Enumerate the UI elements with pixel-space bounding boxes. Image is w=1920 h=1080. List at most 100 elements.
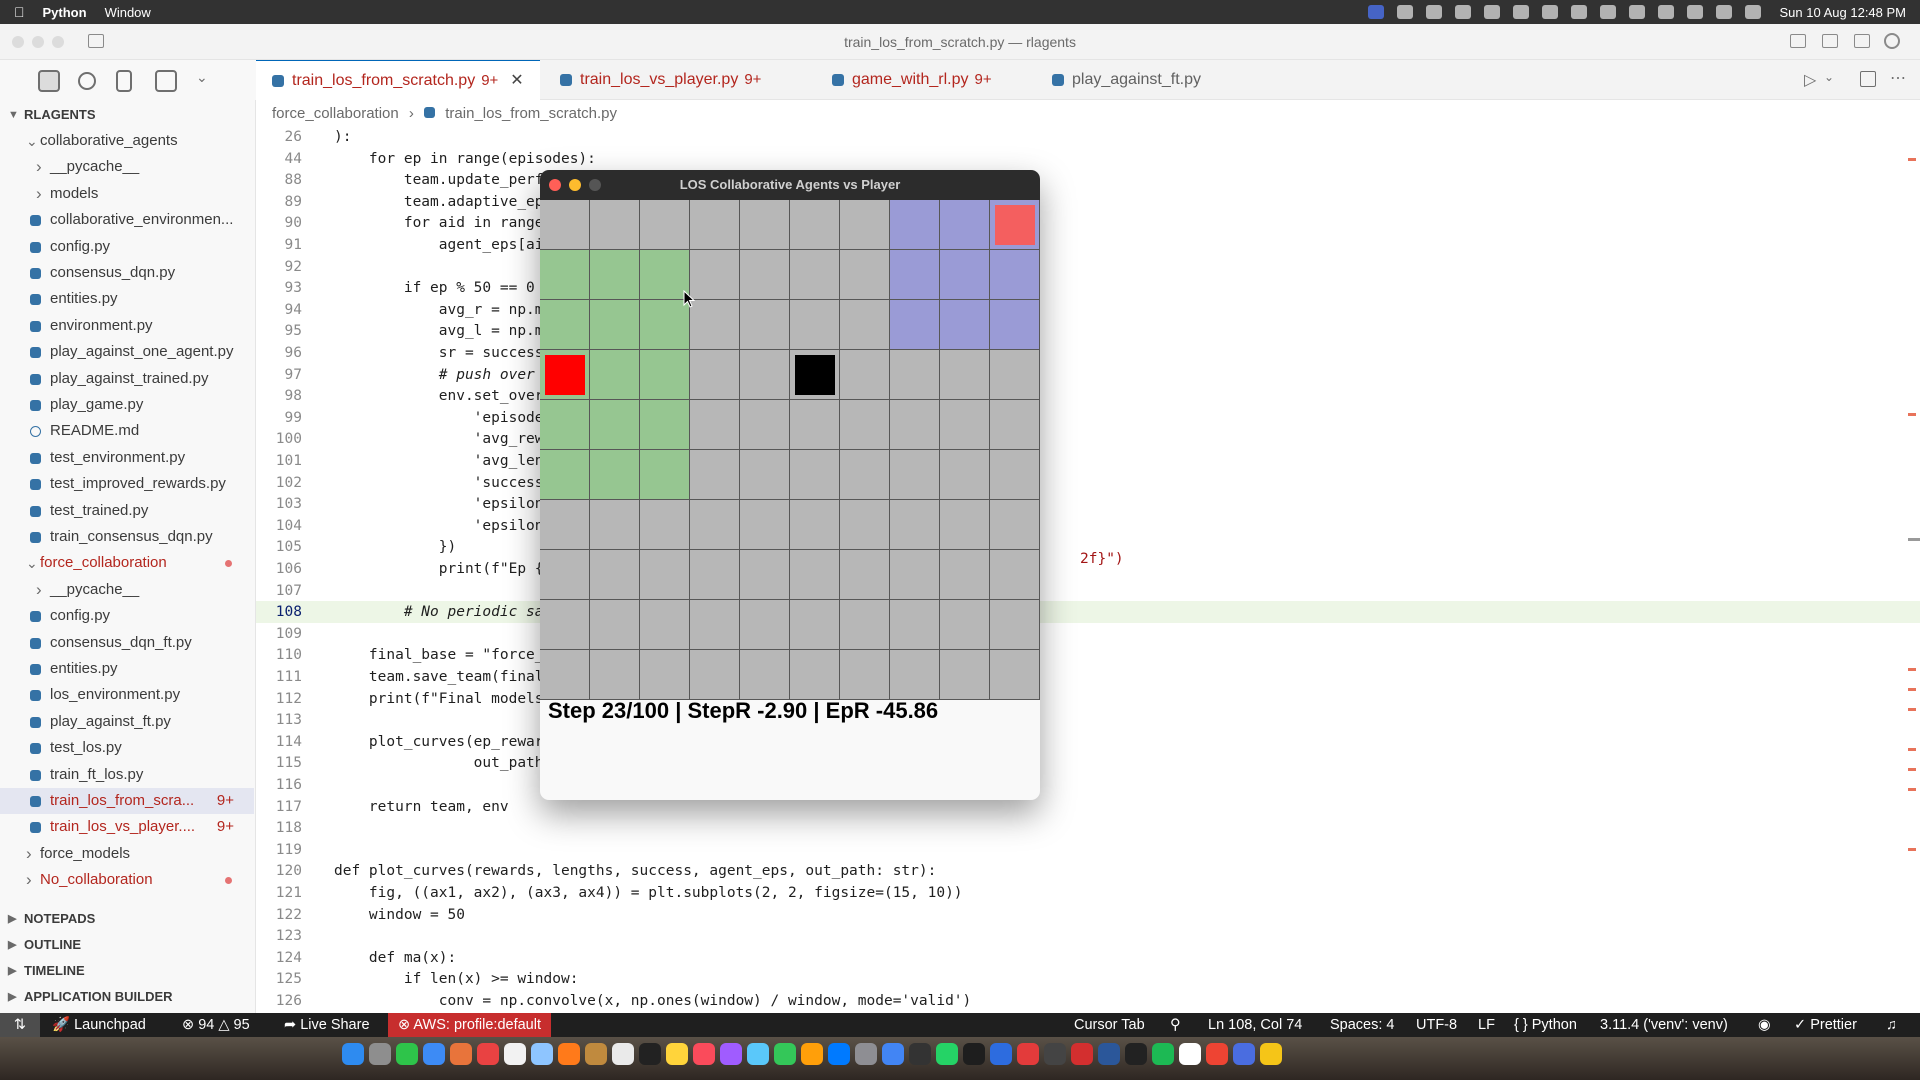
extension-icon[interactable] — [1454, 5, 1471, 19]
explorer-root-header[interactable]: ▼ RLAGENTS — [0, 102, 254, 128]
problems-item[interactable]: ⊗ 94 △ 95 — [182, 1013, 250, 1037]
dock-app-icon[interactable] — [369, 1043, 391, 1065]
toggle-sidebar-icon[interactable] — [88, 34, 104, 48]
dock-app-icon[interactable] — [855, 1043, 877, 1065]
tab-train-los-vs-player[interactable]: train_los_vs_player.py 9+ — [544, 60, 804, 100]
settings-gear-icon[interactable] — [1884, 33, 1900, 49]
file-tree-item[interactable]: train_consensus_dqn.py — [0, 524, 254, 550]
dock-app-icon[interactable] — [963, 1043, 985, 1065]
file-tree-item[interactable]: config.py — [0, 234, 254, 260]
file-tree-item[interactable]: play_game.py — [0, 392, 254, 418]
dock-app-icon[interactable] — [1044, 1043, 1066, 1065]
explorer-icon[interactable] — [38, 70, 60, 92]
minimize-window-button[interactable] — [32, 36, 44, 48]
extensions-icon[interactable] — [155, 70, 177, 92]
control-center-icon[interactable] — [1744, 5, 1761, 19]
breadcrumb-file[interactable]: train_los_from_scratch.py — [445, 105, 617, 122]
dock-app-icon[interactable] — [693, 1043, 715, 1065]
file-tree-item[interactable]: environment.py — [0, 313, 254, 339]
dock-app-icon[interactable] — [531, 1043, 553, 1065]
dock-app-icon[interactable] — [990, 1043, 1012, 1065]
remote-indicator-icon[interactable]: ⇅ — [0, 1013, 40, 1037]
cursor-position-item[interactable]: Ln 108, Col 74 — [1208, 1013, 1302, 1037]
run-options-chevron-icon[interactable]: ⌄ — [1824, 70, 1834, 84]
dock-app-icon[interactable] — [612, 1043, 634, 1065]
display-icon[interactable] — [1599, 5, 1616, 19]
cursor-tab-item[interactable]: Cursor Tab — [1074, 1013, 1145, 1037]
file-tree-item[interactable]: entities.py — [0, 286, 254, 312]
tab-train-los-from-scratch[interactable]: train_los_from_scratch.py 9+ ✕ — [256, 60, 540, 100]
dock-app-icon[interactable] — [666, 1043, 688, 1065]
file-tree-item[interactable]: README.md — [0, 418, 254, 444]
dock-app-icon[interactable] — [828, 1043, 850, 1065]
dock-app-icon[interactable] — [1152, 1043, 1174, 1065]
notifications-bell-icon[interactable]: ♫ — [1886, 1013, 1897, 1037]
dock-app-icon[interactable] — [423, 1043, 445, 1065]
search-icon[interactable] — [78, 72, 96, 90]
tool-icon[interactable] — [1512, 5, 1529, 19]
dock-app-icon[interactable] — [1071, 1043, 1093, 1065]
file-tree-item[interactable]: los_environment.py — [0, 682, 254, 708]
language-mode-item[interactable]: { } Python — [1514, 1013, 1577, 1037]
copilot-icon[interactable]: ◉ — [1758, 1013, 1771, 1037]
source-control-icon[interactable] — [116, 70, 132, 92]
file-tree-item[interactable]: play_against_trained.py — [0, 366, 254, 392]
dock-app-icon[interactable] — [558, 1043, 580, 1065]
dock-app-icon[interactable] — [504, 1043, 526, 1065]
file-tree-item[interactable]: consensus_dqn_ft.py — [0, 630, 254, 656]
menu-window[interactable]: Window — [105, 5, 151, 20]
eol-item[interactable]: LF — [1478, 1013, 1495, 1037]
code-editor[interactable]: force_collaboration › train_los_from_scr… — [256, 100, 1920, 1013]
game-window-titlebar[interactable]: LOS Collaborative Agents vs Player — [540, 170, 1040, 200]
file-tree-item[interactable]: test_environment.py — [0, 445, 254, 471]
file-tree-item[interactable]: play_against_one_agent.py — [0, 339, 254, 365]
zoom-window-button[interactable] — [589, 179, 601, 191]
file-tree-item[interactable]: play_against_ft.py — [0, 709, 254, 735]
run-icon[interactable]: ▷ — [1804, 70, 1816, 90]
breadcrumb-folder[interactable]: force_collaboration — [272, 105, 399, 122]
minimize-window-button[interactable] — [569, 179, 581, 191]
clock[interactable]: Sun 10 Aug 12:48 PM — [1780, 5, 1906, 20]
file-tree-item[interactable]: › __pycache__ — [0, 154, 254, 180]
file-tree-item[interactable]: consensus_dqn.py — [0, 260, 254, 286]
dock-app-icon[interactable] — [639, 1043, 661, 1065]
dock-app-icon[interactable] — [1260, 1043, 1282, 1065]
python-interpreter-item[interactable]: 3.11.4 ('venv': venv) — [1600, 1013, 1728, 1037]
search-icon[interactable] — [1715, 5, 1732, 19]
close-window-button[interactable] — [12, 36, 24, 48]
section-application-builder[interactable]: ▶ APPLICATION BUILDER — [0, 984, 254, 1010]
dock-app-icon[interactable] — [342, 1043, 364, 1065]
section-notepads[interactable]: ▶ NOTEPADS — [0, 906, 254, 932]
file-tree-item[interactable]: collaborative_environmen... — [0, 207, 254, 233]
game-window[interactable]: LOS Collaborative Agents vs Player Step … — [540, 170, 1040, 800]
live-share-item[interactable]: ➦ Live Share — [284, 1013, 370, 1037]
dock-app-icon[interactable] — [774, 1043, 796, 1065]
dock-app-icon[interactable] — [909, 1043, 931, 1065]
dock-app-icon[interactable] — [396, 1043, 418, 1065]
file-tree-item[interactable]: ⌄ collaborative_agents — [0, 128, 254, 154]
file-tree-item[interactable]: test_trained.py — [0, 498, 254, 524]
file-tree-item[interactable]: train_los_from_scra... 9+ — [0, 788, 254, 814]
section-outline[interactable]: ▶ OUTLINE — [0, 932, 254, 958]
dock-app-icon[interactable] — [1233, 1043, 1255, 1065]
dock-app-icon[interactable] — [477, 1043, 499, 1065]
tab-play-against-ft[interactable]: play_against_ft.py — [1036, 60, 1236, 100]
headphones-icon[interactable] — [1541, 5, 1558, 19]
file-tree-item[interactable]: train_ft_los.py — [0, 762, 254, 788]
dock-app-icon[interactable] — [450, 1043, 472, 1065]
file-tree-item[interactable]: test_los.py — [0, 735, 254, 761]
vpn-icon[interactable] — [1396, 5, 1413, 19]
file-tree-item[interactable]: › force_models — [0, 841, 254, 867]
tab-game-with-rl[interactable]: game_with_rl.py 9+ — [816, 60, 1026, 100]
check-icon[interactable] — [1570, 5, 1587, 19]
split-editor-icon[interactable] — [1860, 71, 1876, 87]
dock-app-icon[interactable] — [882, 1043, 904, 1065]
file-tree-item[interactable]: config.py — [0, 603, 254, 629]
aws-profile-item[interactable]: ⊗ AWS: profile:default — [388, 1013, 551, 1037]
file-tree-item[interactable]: › __pycache__ — [0, 577, 254, 603]
dock-app-icon[interactable] — [1179, 1043, 1201, 1065]
dock-app-icon[interactable] — [1017, 1043, 1039, 1065]
wifi-icon[interactable] — [1686, 5, 1703, 19]
file-tree-item[interactable]: › models — [0, 181, 254, 207]
screen-mirror-icon[interactable] — [1367, 5, 1384, 19]
